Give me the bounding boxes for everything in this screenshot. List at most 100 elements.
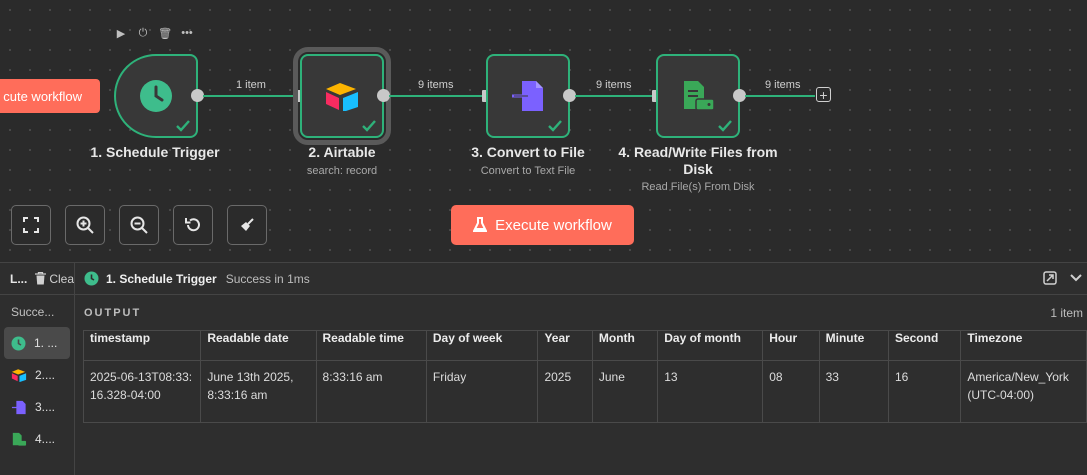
log-item-label: 3.... (35, 400, 56, 414)
clear-label: Clea (49, 271, 74, 286)
log-item[interactable]: 1. ... (4, 327, 70, 359)
column-header: Day of week (425, 330, 539, 361)
edge-item-count: 1 item (236, 79, 266, 91)
column-header: Second (887, 330, 962, 361)
node-toolbar: ▶ ⏻ 🗑 ••• (114, 26, 194, 40)
flask-icon (473, 217, 488, 232)
details-status: Success in 1ms (225, 271, 310, 286)
column-header: Minute (818, 330, 889, 361)
power-icon[interactable]: ⏻ (136, 26, 150, 40)
column-header: Month (591, 330, 659, 361)
workflow-canvas[interactable]: cute workflow ▶ ⏻ 🗑 ••• 1 item 1. Schedu… (0, 0, 1087, 262)
log-item-label: 1. ... (34, 336, 58, 350)
table-cell: 16 (887, 360, 962, 423)
log-item[interactable]: 3.... (4, 391, 70, 423)
node-schedule-trigger[interactable] (114, 54, 198, 138)
reset-zoom-button[interactable] (173, 205, 213, 245)
connection-line (203, 95, 295, 97)
table-cell: June (591, 360, 659, 423)
table-cell: 2025 (537, 360, 593, 423)
node-title: 2. Airtable (308, 144, 376, 160)
connection-line (389, 95, 482, 97)
table-cell: 33 (818, 360, 889, 423)
log-item[interactable]: 2.... (4, 359, 70, 391)
node-read-write-files[interactable] (656, 54, 740, 138)
execute-workflow-button[interactable]: Execute workflow (451, 205, 634, 245)
table-cell: America/New_York (UTC-04:00) (960, 360, 1087, 423)
table-cell: 13 (657, 360, 764, 423)
trash-icon[interactable]: 🗑 (158, 26, 172, 40)
edge-item-count: 9 items (765, 79, 801, 91)
tidy-up-button[interactable] (227, 205, 267, 245)
node-subtitle: Read File(s) From Disk (641, 181, 755, 193)
column-header: Year (537, 330, 593, 361)
broom-icon (241, 218, 254, 231)
connection-line (745, 95, 815, 97)
success-check-icon (176, 120, 190, 132)
table-cell: 2025-06-13T08:33:16.328-04:00 (82, 360, 202, 423)
zoom-in-button[interactable] (65, 205, 105, 245)
fit-view-icon (23, 217, 39, 233)
zoom-in-icon (76, 216, 94, 234)
convert-file-icon (512, 81, 543, 111)
node-subtitle: Convert to Text File (480, 165, 576, 177)
clock-icon (11, 336, 26, 350)
details-title: 1. Schedule Trigger (106, 271, 217, 286)
output-label: OUTPUT (84, 307, 142, 319)
fit-view-button[interactable] (11, 205, 51, 245)
execute-workflow-label: Execute workflow (495, 216, 612, 234)
add-node-button[interactable]: + (816, 87, 831, 102)
clock-icon (84, 271, 99, 286)
node-subtitle: search: record (306, 165, 378, 177)
open-node-icon[interactable] (1043, 271, 1057, 285)
chevron-down-icon[interactable] (1069, 271, 1083, 285)
airtable-icon (11, 369, 27, 382)
column-header: Readable date (200, 330, 317, 361)
success-check-icon (362, 120, 376, 132)
node-title: 4. Read/Write Files from Disk (618, 144, 778, 177)
success-check-icon (718, 120, 732, 132)
clear-logs-button[interactable]: Clea (35, 272, 74, 286)
table-row: 2025-06-13T08:33:16.328-04:00 June 13th … (82, 360, 1087, 423)
output-table: timestamp Readable date Readable time Da… (82, 330, 1087, 423)
zoom-out-button[interactable] (119, 205, 159, 245)
logs-header: L... Clea (0, 263, 74, 295)
log-item-label: 4.... (35, 432, 56, 446)
logs-status: Succe... (11, 305, 55, 319)
column-header: Day of month (657, 330, 764, 361)
table-cell: 8:33:16 am (315, 360, 427, 423)
table-cell: June 13th 2025, 8:33:16 am (200, 360, 317, 423)
disk-file-icon (684, 81, 715, 111)
details-header: 1. Schedule Trigger Success in 1ms (75, 263, 1087, 295)
column-header: Readable time (315, 330, 427, 361)
item-count: 1 item (1050, 306, 1083, 320)
trash-icon (35, 272, 47, 285)
node-airtable[interactable] (293, 47, 391, 145)
column-header: Hour (762, 330, 820, 361)
column-header: Timezone (960, 330, 1087, 361)
convert-file-icon (11, 400, 26, 414)
bottom-panel: L... Clea Succe... 1. ... 2.... 3.... 4.… (0, 262, 1087, 475)
table-cell: Friday (425, 360, 539, 423)
execute-workflow-button-partial[interactable]: cute workflow (0, 79, 100, 113)
node-output-details: 1. Schedule Trigger Success in 1ms OUTPU… (75, 263, 1087, 475)
table-cell: 08 (762, 360, 820, 423)
logs-sidebar: L... Clea Succe... 1. ... 2.... 3.... 4.… (0, 263, 75, 475)
log-item[interactable]: 4.... (4, 423, 70, 455)
logs-title: L... (10, 271, 28, 286)
disk-file-icon (12, 432, 27, 446)
undo-icon (185, 218, 200, 232)
clock-icon (140, 80, 172, 112)
node-title: 1. Schedule Trigger (90, 144, 220, 160)
details-actions (1043, 271, 1087, 285)
edge-item-count: 9 items (596, 79, 632, 91)
table-header-row: timestamp Readable date Readable time Da… (82, 330, 1087, 361)
more-icon[interactable]: ••• (180, 26, 194, 40)
node-title: 3. Convert to File (471, 144, 585, 160)
play-icon[interactable]: ▶ (114, 26, 128, 40)
success-check-icon (548, 120, 562, 132)
airtable-icon (326, 83, 358, 111)
column-header: timestamp (82, 330, 202, 361)
connection-line (575, 95, 652, 97)
node-convert-to-file[interactable] (486, 54, 570, 138)
